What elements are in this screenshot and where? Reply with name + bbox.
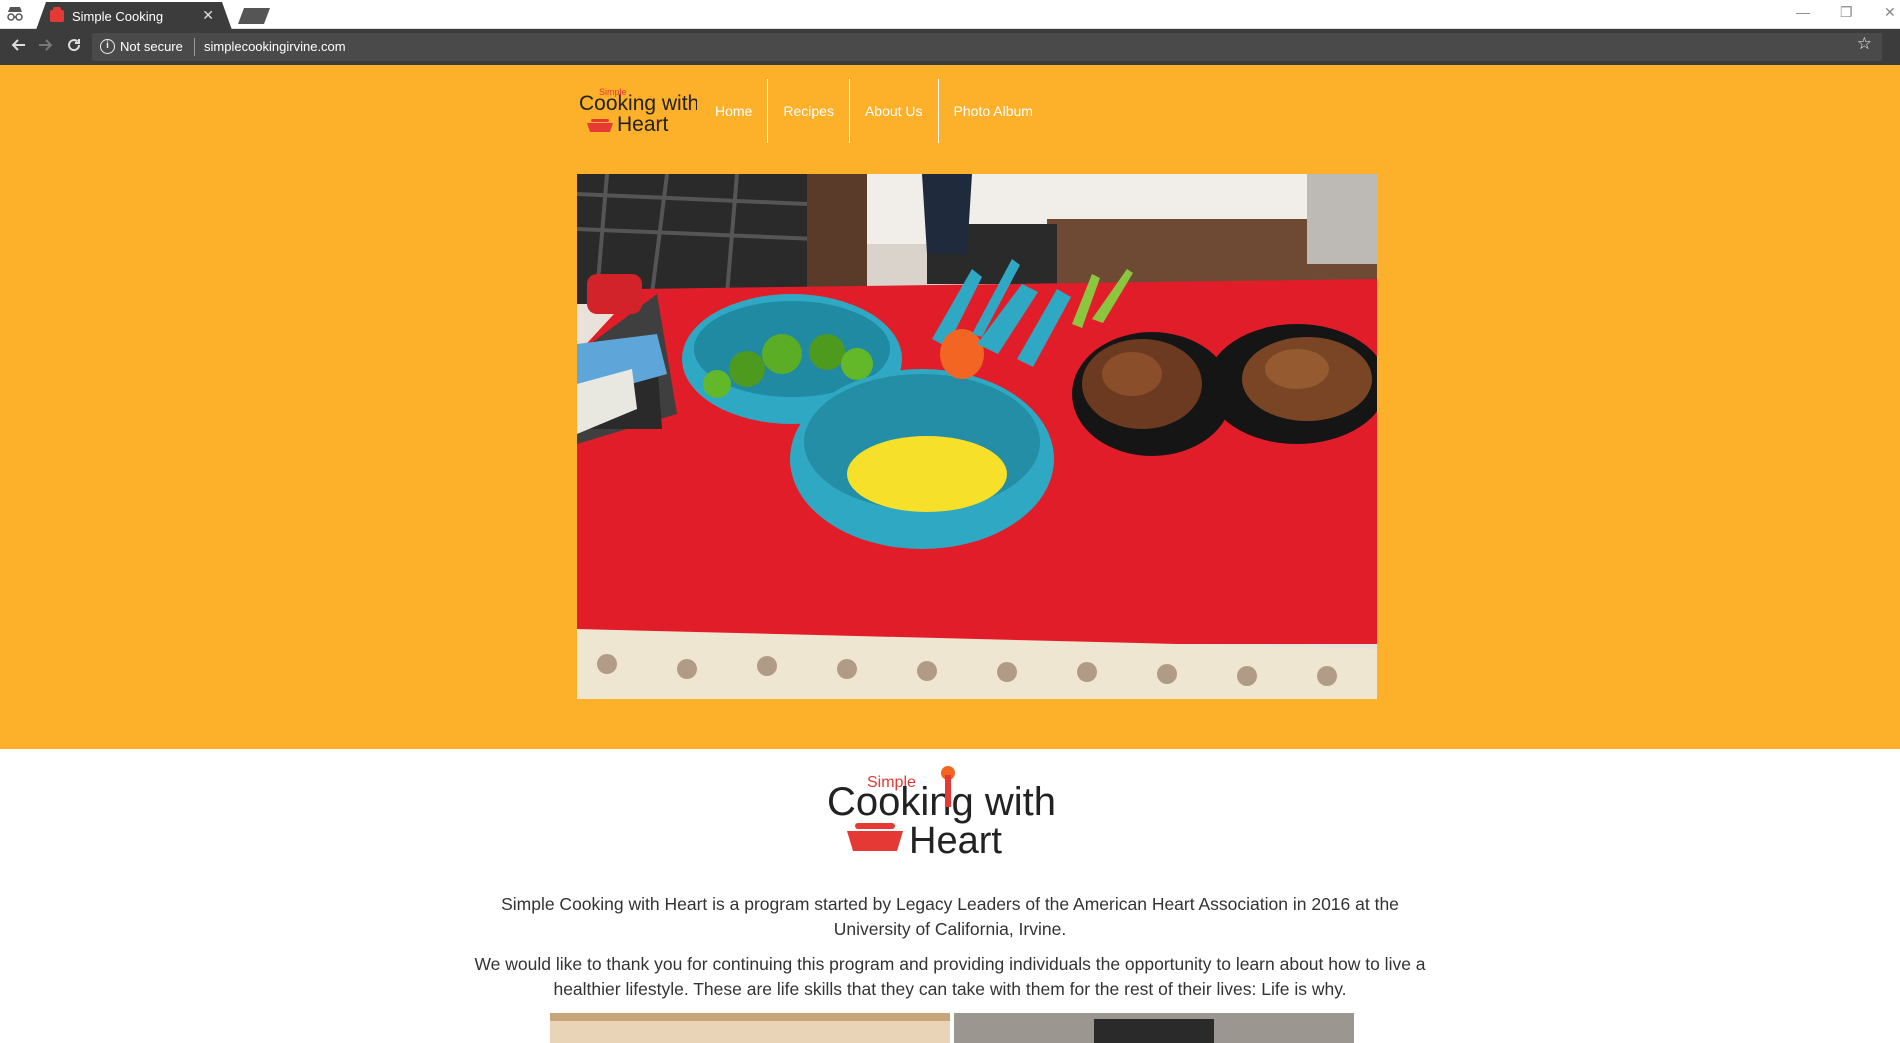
site-logo[interactable]: Simple Cooking with Heart bbox=[577, 83, 699, 139]
window-close-icon[interactable]: ✕ bbox=[1884, 4, 1896, 21]
hero-section: Simple Cooking with Heart Home Recipes A… bbox=[0, 65, 1900, 749]
gallery-thumb-2[interactable] bbox=[954, 1013, 1354, 1043]
logo-cooking-text: Cooking with bbox=[579, 92, 697, 115]
nav-home[interactable]: Home bbox=[700, 79, 767, 143]
browser-toolbar: i Not secure simplecookingirvine.com bbox=[0, 29, 1900, 65]
browser-tab[interactable]: Simple Cooking ✕ bbox=[36, 2, 232, 30]
web-page: Simple Cooking with Heart Home Recipes A… bbox=[0, 65, 1900, 1043]
logo-large-heart-text: Heart bbox=[909, 820, 1002, 857]
new-tab-button[interactable] bbox=[238, 8, 270, 24]
gallery-thumb-1[interactable] bbox=[550, 1013, 950, 1043]
logo-large-cooking-text: Cooking with bbox=[827, 780, 1056, 824]
nav-about-us[interactable]: About Us bbox=[848, 79, 938, 143]
minimize-icon[interactable]: — bbox=[1796, 4, 1810, 20]
incognito-icon bbox=[4, 6, 26, 24]
tab-strip: Simple Cooking ✕ — ❐ ✕ bbox=[0, 0, 1900, 30]
main-nav: Home Recipes About Us Photo Album bbox=[700, 79, 1048, 143]
tab-favicon bbox=[50, 7, 64, 22]
nav-recipes[interactable]: Recipes bbox=[767, 79, 849, 143]
reload-icon[interactable] bbox=[66, 37, 82, 58]
forward-icon[interactable] bbox=[38, 37, 54, 58]
star-icon[interactable]: ☆ bbox=[1857, 34, 1872, 54]
nav-photo-album[interactable]: Photo Album bbox=[937, 79, 1048, 143]
tab-title: Simple Cooking bbox=[72, 9, 164, 24]
restore-icon[interactable]: ❐ bbox=[1840, 4, 1853, 21]
url-text[interactable]: simplecookingirvine.com bbox=[204, 39, 346, 54]
close-icon[interactable]: ✕ bbox=[202, 7, 214, 24]
hero-photo bbox=[577, 174, 1377, 699]
logo-heart-text: Heart bbox=[617, 113, 669, 136]
intro-paragraph-2: We would like to thank you for continuin… bbox=[474, 954, 1426, 999]
security-label[interactable]: Not secure bbox=[120, 39, 183, 54]
intro-paragraph-1: Simple Cooking with Heart is a program s… bbox=[501, 894, 1399, 939]
omnibox-divider bbox=[194, 38, 195, 56]
info-icon[interactable]: i bbox=[100, 39, 115, 54]
site-logo-large: Simple Cooking with Heart bbox=[825, 765, 1081, 862]
back-icon[interactable] bbox=[10, 37, 26, 58]
address-bar[interactable]: i Not secure simplecookingirvine.com bbox=[92, 33, 1882, 61]
